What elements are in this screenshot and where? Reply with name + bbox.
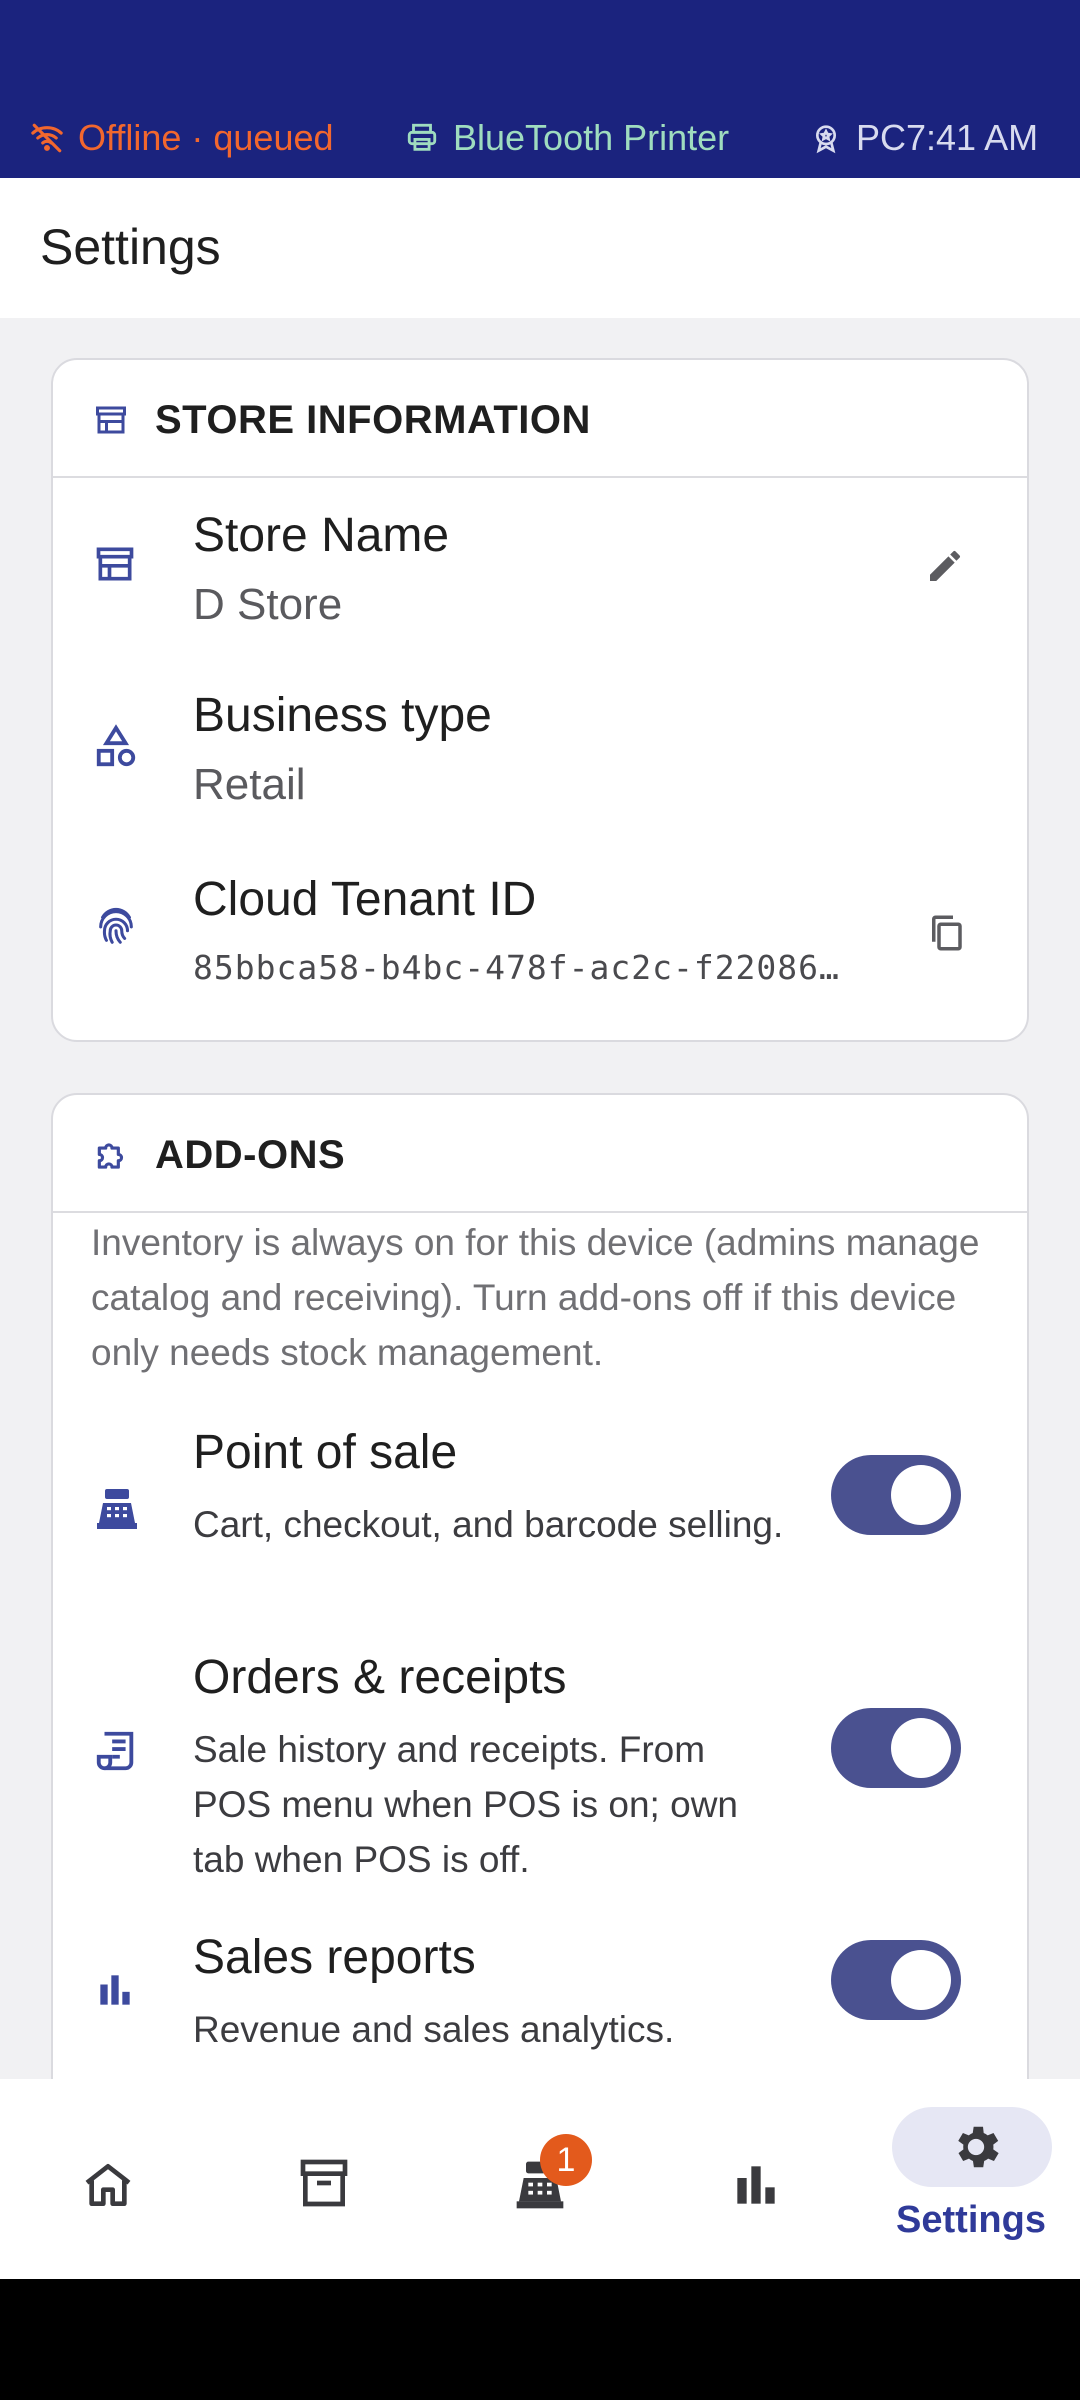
addon-subtitle: Cart, checkout, and barcode selling. xyxy=(193,1504,784,1545)
pc-time-text: PC7:41 AM xyxy=(856,117,1039,158)
cash-register-icon xyxy=(97,1489,137,1529)
puzzle-icon xyxy=(97,1143,124,1169)
archive-box-icon xyxy=(300,2159,348,2207)
nav-inventory[interactable] xyxy=(216,2079,432,2279)
wifi-off-icon xyxy=(31,123,63,153)
nav-settings[interactable]: Settings xyxy=(864,2079,1080,2279)
tenant-id-row: Cloud Tenant ID 85bbca58-b4bc-478f-ac2c-… xyxy=(53,842,1027,1032)
bar-chart-icon xyxy=(100,1975,130,2005)
nav-home[interactable] xyxy=(0,2079,216,2279)
addon-subtitle: Revenue and sales analytics. xyxy=(193,2009,675,2050)
badge-icon xyxy=(816,125,836,154)
store-information-card: STORE INFORMATION Store Name D Store Bus… xyxy=(51,358,1029,1042)
toggle-knob xyxy=(891,1718,951,1778)
addon-orders-receipts[interactable]: Orders & receipts Sale history and recei… xyxy=(53,1650,1027,1900)
bottom-navigation: 1 Settings xyxy=(0,2079,1080,2279)
status-row: Offline · queued BlueTooth Printer PC7:4… xyxy=(0,108,1080,168)
printer-status-text: BlueTooth Printer xyxy=(453,117,730,158)
business-type-row: Business type Retail xyxy=(53,658,1027,842)
shapes-icon xyxy=(96,724,136,767)
storefront-icon xyxy=(96,547,134,581)
store-name-row[interactable]: Store Name D Store xyxy=(53,478,1027,658)
pencil-icon[interactable] xyxy=(925,546,965,586)
nav-pos[interactable] xyxy=(432,2079,648,2279)
toggle-knob xyxy=(891,1465,951,1525)
orders-receipts-toggle[interactable] xyxy=(831,1708,961,1788)
tenant-id-value: 85bbca58-b4bc-478f-ac2c-f22086… xyxy=(193,948,840,987)
business-type-value: Retail xyxy=(193,760,306,809)
point-of-sale-toggle[interactable] xyxy=(831,1455,961,1535)
nav-reports[interactable] xyxy=(648,2079,864,2279)
addon-title: Point of sale xyxy=(193,1426,458,1479)
status-bar: Offline · queued BlueTooth Printer PC7:4… xyxy=(0,0,1080,178)
bar-chart-icon xyxy=(737,2166,775,2204)
sales-reports-toggle[interactable] xyxy=(831,1940,961,2020)
printer-status[interactable]: BlueTooth Printer xyxy=(405,108,729,168)
pos-badge: 1 xyxy=(540,2134,592,2186)
store-name-label: Store Name xyxy=(193,509,450,562)
offline-status-text: Offline · queued xyxy=(78,117,334,158)
addon-sales-reports[interactable]: Sales reports Revenue and sales analytic… xyxy=(53,1930,1027,2090)
nav-settings-label: Settings xyxy=(896,2199,1046,2241)
page-title: Settings xyxy=(40,219,221,275)
pc-status: PC7:41 AM xyxy=(810,108,1038,168)
storefront-icon xyxy=(96,406,126,434)
offline-status[interactable]: Offline · queued xyxy=(30,108,334,168)
receipt-icon xyxy=(96,1731,134,1771)
settings-screen: Offline · queued BlueTooth Printer PC7:4… xyxy=(0,0,1080,2279)
add-ons-header: ADD-ONS xyxy=(53,1095,1027,1213)
store-name-value: D Store xyxy=(193,580,343,629)
copy-icon[interactable] xyxy=(925,912,967,954)
top-app-bar: Settings xyxy=(0,178,1080,318)
addon-subtitle: Sale history and receipts. From POS menu… xyxy=(193,1729,738,1880)
store-information-header: STORE INFORMATION xyxy=(53,360,1027,478)
add-ons-title: ADD-ONS xyxy=(155,1133,346,1177)
home-icon xyxy=(85,2164,131,2206)
printer-icon xyxy=(407,123,437,151)
addon-point-of-sale[interactable]: Point of sale Cart, checkout, and barcod… xyxy=(53,1425,1027,1635)
addon-title: Orders & receipts xyxy=(193,1651,567,1704)
gear-icon xyxy=(958,2126,999,2168)
business-type-label: Business type xyxy=(193,689,492,742)
addon-title: Sales reports xyxy=(193,1931,476,1984)
tenant-id-label: Cloud Tenant ID xyxy=(193,873,537,926)
add-ons-description: Inventory is always on for this device (… xyxy=(91,1222,980,1373)
fingerprint-icon xyxy=(99,907,133,944)
toggle-knob xyxy=(891,1950,951,2010)
store-information-title: STORE INFORMATION xyxy=(155,398,591,442)
